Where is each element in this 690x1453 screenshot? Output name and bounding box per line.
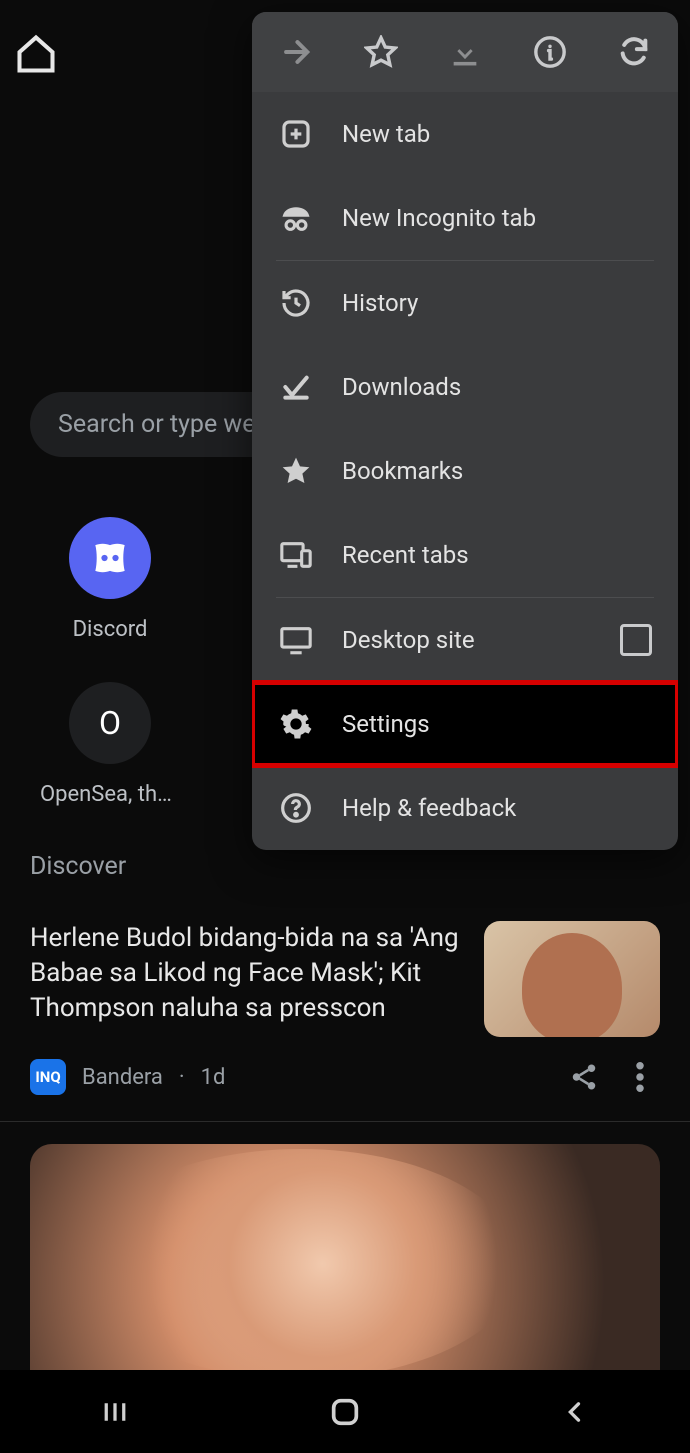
menu-help-feedback[interactable]: Help & feedback	[252, 766, 678, 850]
menu-label: History	[342, 289, 418, 317]
forward-icon[interactable]	[274, 30, 318, 74]
menu-downloads[interactable]: Downloads	[252, 345, 678, 429]
desktop-icon	[278, 622, 314, 658]
menu-settings[interactable]: Settings	[252, 682, 678, 766]
download-icon[interactable]	[443, 30, 487, 74]
menu-history[interactable]: History	[252, 261, 678, 345]
star-filled-icon	[278, 453, 314, 489]
devices-icon	[278, 537, 314, 573]
android-navbar	[0, 1370, 690, 1453]
feed-article-image[interactable]	[30, 1144, 660, 1399]
more-icon[interactable]	[620, 1057, 660, 1097]
bookmark-star-icon[interactable]	[359, 30, 403, 74]
help-icon	[278, 790, 314, 826]
share-icon[interactable]	[564, 1057, 604, 1097]
article-headline: Herlene Budol bidang-bida na sa 'Ang Bab…	[30, 921, 464, 1037]
menu-desktop-site[interactable]: Desktop site	[252, 598, 678, 682]
article-age: 1d	[201, 1065, 226, 1090]
menu-label: Settings	[342, 710, 430, 738]
history-icon	[278, 285, 314, 321]
menu-recent-tabs[interactable]: Recent tabs	[252, 513, 678, 597]
menu-new-tab[interactable]: New tab	[252, 92, 678, 176]
menu-label: New tab	[342, 120, 430, 148]
publisher-icon: INQ	[30, 1059, 66, 1095]
discord-icon	[69, 517, 151, 599]
plus-square-icon	[278, 116, 314, 152]
menu-label: Recent tabs	[342, 541, 469, 569]
menu-label: Help & feedback	[342, 794, 516, 822]
shortcut-label: OpenSea, the l...	[40, 782, 180, 807]
refresh-icon[interactable]	[612, 30, 656, 74]
incognito-icon	[278, 200, 314, 236]
recents-button[interactable]	[85, 1382, 145, 1442]
feed-article[interactable]: Herlene Budol bidang-bida na sa 'Ang Bab…	[0, 899, 690, 1047]
shortcut-letter: O	[69, 682, 151, 764]
menu-label: Downloads	[342, 373, 461, 401]
publisher-name: Bandera	[82, 1065, 163, 1090]
menu-label: Desktop site	[342, 626, 475, 654]
menu-label: Bookmarks	[342, 457, 463, 485]
menu-label: New Incognito tab	[342, 204, 536, 232]
shortcut-label: Discord	[40, 617, 180, 642]
browser-menu: New tab New Incognito tab History Downlo…	[252, 12, 678, 850]
home-icon[interactable]	[14, 32, 58, 76]
menu-incognito-tab[interactable]: New Incognito tab	[252, 176, 678, 260]
article-thumbnail	[484, 921, 660, 1037]
shortcut-opensea[interactable]: O OpenSea, the l...	[40, 682, 180, 807]
back-button[interactable]	[545, 1382, 605, 1442]
gear-icon	[278, 706, 314, 742]
menu-bookmarks[interactable]: Bookmarks	[252, 429, 678, 513]
info-icon[interactable]	[528, 30, 572, 74]
desktop-site-checkbox[interactable]	[620, 624, 652, 656]
home-button[interactable]	[315, 1382, 375, 1442]
shortcut-discord[interactable]: Discord	[40, 517, 180, 642]
download-check-icon	[278, 369, 314, 405]
